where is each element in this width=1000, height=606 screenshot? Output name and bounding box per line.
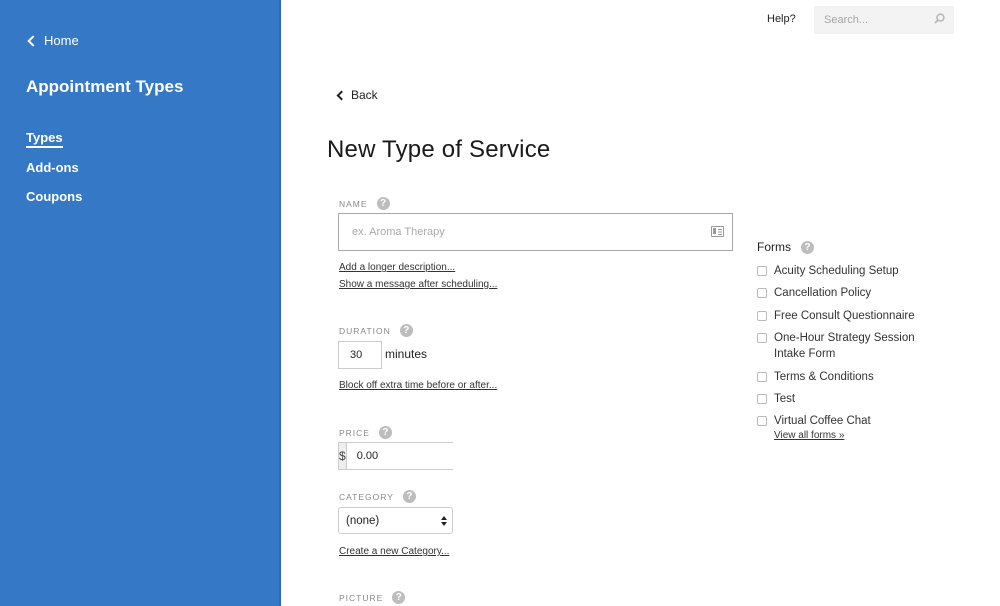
chevron-left-icon bbox=[27, 34, 39, 47]
form-checkbox-item[interactable]: Acuity Scheduling Setup bbox=[757, 263, 957, 280]
forms-list: Acuity Scheduling Setup Cancellation Pol… bbox=[757, 263, 957, 436]
price-field: $ bbox=[338, 442, 499, 470]
back-label: Back bbox=[351, 88, 378, 102]
duration-input[interactable] bbox=[339, 349, 381, 361]
help-icon[interactable]: ? bbox=[402, 490, 416, 503]
name-field bbox=[338, 213, 733, 251]
duration-field bbox=[338, 341, 382, 369]
sidebar-nav: Types Add-ons Coupons bbox=[26, 130, 82, 219]
forms-heading: Forms ? bbox=[757, 240, 814, 254]
name-label: NAME ? bbox=[339, 197, 390, 210]
form-label: Acuity Scheduling Setup bbox=[774, 265, 899, 277]
help-icon[interactable]: ? bbox=[399, 324, 413, 337]
help-link[interactable]: Help? bbox=[767, 13, 796, 25]
form-checkbox-item[interactable]: Free Consult Questionnaire bbox=[757, 308, 957, 325]
checkbox[interactable] bbox=[757, 266, 767, 276]
form-checkbox-item[interactable]: Test bbox=[757, 391, 957, 408]
checkbox[interactable] bbox=[757, 288, 767, 299]
form-label: Free Consult Questionnaire bbox=[774, 309, 915, 322]
select-arrows-icon bbox=[441, 516, 447, 526]
form-checkbox-item[interactable]: Cancellation Policy bbox=[757, 285, 957, 302]
search-icon[interactable] bbox=[934, 13, 945, 24]
show-message-link[interactable]: Show a message after scheduling... bbox=[339, 279, 497, 290]
price-label: PRICE ? bbox=[339, 426, 392, 439]
block-off-time-link[interactable]: Block off extra time before or after... bbox=[339, 380, 497, 391]
price-label-text: PRICE bbox=[339, 427, 370, 438]
chevron-left-icon bbox=[336, 90, 347, 100]
name-input[interactable] bbox=[352, 226, 692, 238]
search-box bbox=[814, 6, 954, 34]
checkbox[interactable] bbox=[757, 416, 767, 427]
category-select[interactable]: (none) bbox=[338, 507, 453, 534]
form-label: Test bbox=[774, 392, 796, 405]
checkbox[interactable] bbox=[757, 332, 767, 343]
sidebar-item-label: Coupons bbox=[26, 189, 83, 204]
form-label: One-Hour Strategy Session Intake Form bbox=[774, 331, 915, 361]
forms-title: Forms bbox=[757, 240, 791, 254]
checkbox[interactable] bbox=[757, 371, 767, 382]
help-icon[interactable]: ? bbox=[376, 197, 390, 210]
help-icon[interactable]: ? bbox=[378, 426, 392, 439]
add-description-link[interactable]: Add a longer description... bbox=[339, 262, 455, 273]
search-input[interactable] bbox=[824, 14, 929, 26]
view-all-forms-link[interactable]: View all forms » bbox=[774, 430, 844, 441]
form-label: Terms & Conditions bbox=[774, 370, 874, 383]
form-checkbox-item[interactable]: Terms & Conditions bbox=[757, 369, 957, 386]
create-category-link[interactable]: Create a new Category... bbox=[339, 546, 449, 557]
category-label: CATEGORY ? bbox=[339, 490, 416, 503]
sidebar-item-coupons[interactable]: Coupons bbox=[26, 189, 82, 219]
duration-unit: minutes bbox=[385, 347, 428, 361]
picture-label-text: PICTURE bbox=[339, 592, 384, 603]
form-label: Virtual Coffee Chat bbox=[774, 415, 871, 428]
form-label: Cancellation Policy bbox=[774, 287, 872, 300]
help-icon[interactable]: ? bbox=[801, 240, 814, 254]
duration-label-text: DURATION bbox=[339, 325, 391, 336]
duration-label: DURATION ? bbox=[339, 324, 413, 337]
picture-label: PICTURE ? bbox=[339, 591, 406, 604]
sidebar-item-add-ons[interactable]: Add-ons bbox=[26, 160, 82, 190]
sidebar-item-label: Types bbox=[26, 130, 63, 148]
currency-symbol: $ bbox=[339, 443, 347, 469]
sidebar-item-label: Add-ons bbox=[26, 159, 79, 175]
page-title: New Type of Service bbox=[327, 136, 551, 163]
price-input[interactable] bbox=[346, 443, 499, 469]
checkbox[interactable] bbox=[757, 393, 767, 404]
form-checkbox-item[interactable]: Virtual Coffee Chat bbox=[757, 413, 957, 430]
home-label: Home bbox=[44, 33, 79, 48]
sidebar-title: Appointment Types bbox=[26, 77, 184, 96]
category-label-text: CATEGORY bbox=[339, 491, 394, 502]
back-link[interactable]: Back bbox=[336, 88, 378, 102]
category-selected: (none) bbox=[346, 514, 380, 527]
sidebar-item-types[interactable]: Types bbox=[26, 130, 82, 160]
contact-card-icon[interactable] bbox=[711, 226, 724, 237]
sidebar: Home Appointment Types Types Add-ons Cou… bbox=[0, 0, 281, 606]
checkbox[interactable] bbox=[757, 310, 767, 321]
help-icon[interactable]: ? bbox=[392, 591, 406, 604]
name-label-text: NAME bbox=[339, 198, 368, 209]
home-link[interactable]: Home bbox=[26, 33, 79, 48]
form-checkbox-item[interactable]: One-Hour Strategy Session Intake Form bbox=[757, 330, 957, 363]
